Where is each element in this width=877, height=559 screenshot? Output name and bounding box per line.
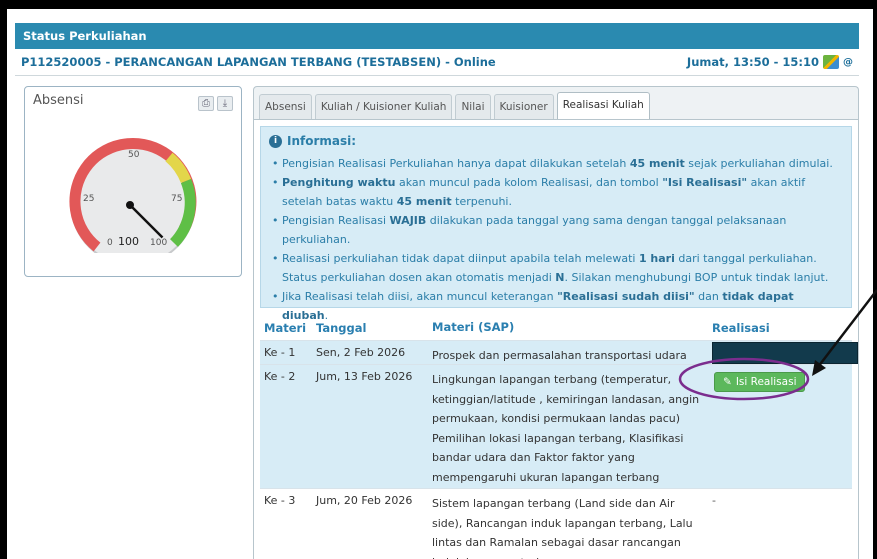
attendance-gauge: 50 25 75 0 100 100 <box>69 137 197 253</box>
row-realisasi: ✎ Isi Realisasi <box>708 365 852 488</box>
info-icon: i <box>269 134 282 148</box>
row-realisasi: - <box>712 494 716 507</box>
info-item: Pengisian Realisasi Perkuliahan hanya da… <box>269 154 843 173</box>
at-icon[interactable]: @ <box>843 57 853 68</box>
info-text: dan <box>694 290 723 303</box>
absensi-panel: Absensi ⎙ ⤓ 50 25 75 0 100 100 <box>24 86 242 277</box>
gauge-tick-75: 75 <box>171 194 182 204</box>
tab-kuisioner[interactable]: Kuisioner <box>493 94 554 119</box>
tab-bar: Absensi Kuliah / Kuisioner Kuliah Nilai … <box>253 86 859 119</box>
info-text: Realisasi perkuliahan tidak dapat diinpu… <box>282 252 639 265</box>
table-row: Ke - 3 Jum, 20 Feb 2026 Sistem lapangan … <box>260 488 852 559</box>
row-sap: Prospek dan permasalahan transportasi ud… <box>432 349 687 362</box>
info-emphasis: 45 menit <box>629 157 685 170</box>
download-icon[interactable]: ⤓ <box>217 96 233 111</box>
gauge-tick-25: 25 <box>83 194 94 204</box>
tab-nilai[interactable]: Nilai <box>455 94 491 119</box>
info-text: Pengisian Realisasi Perkuliahan hanya da… <box>282 157 630 170</box>
col-materi: Materi <box>264 321 307 335</box>
gauge-tick-100: 100 <box>150 238 167 248</box>
col-realisasi: Realisasi <box>712 321 770 335</box>
info-heading: i Informasi: <box>269 134 843 148</box>
isi-realisasi-button[interactable]: ✎ Isi Realisasi <box>714 372 806 392</box>
info-item: Penghitung waktu akan muncul pada kolom … <box>269 173 843 211</box>
info-text: . Silakan menghubungi BOP untuk tindak l… <box>564 271 829 284</box>
row-tanggal: Jum, 13 Feb 2026 <box>316 370 413 383</box>
row-tanggal: Sen, 2 Feb 2026 <box>316 346 406 359</box>
row-realisasi <box>708 341 858 364</box>
row-materi: Ke - 1 <box>264 346 296 359</box>
gauge-tick-0: 0 <box>107 238 113 248</box>
tab-realisasi-kuliah[interactable]: Realisasi Kuliah <box>556 92 650 119</box>
row-tanggal: Jum, 20 Feb 2026 <box>316 494 413 507</box>
realisasi-timer-bar <box>712 342 858 364</box>
page: Status Perkuliahan P112520005 - PERANCAN… <box>15 23 859 559</box>
info-emphasis: WAJIB <box>389 214 427 227</box>
tab-absensi[interactable]: Absensi <box>259 94 312 119</box>
row-sap: Lingkungan lapangan terbang (temperatur,… <box>432 373 700 484</box>
info-emphasis: "Isi Realisasi" <box>662 176 748 189</box>
gauge-hub <box>126 201 134 209</box>
table-header: Materi Tanggal Materi (SAP) Realisasi <box>260 316 852 340</box>
screenshot-frame: Status Perkuliahan P112520005 - PERANCAN… <box>7 9 873 559</box>
col-sap: Materi (SAP) <box>432 320 515 335</box>
info-text: Jika Realisasi telah diisi, akan muncul … <box>282 290 558 303</box>
row-materi: Ke - 3 <box>264 494 296 507</box>
info-emphasis: N <box>555 271 565 284</box>
map-icon[interactable] <box>823 55 839 69</box>
realisasi-table: Materi Tanggal Materi (SAP) Realisasi Ke… <box>260 316 858 559</box>
isi-realisasi-label: Isi Realisasi <box>735 376 797 388</box>
info-text: terpenuhi. <box>451 195 512 208</box>
absensi-title: Absensi <box>33 93 84 108</box>
info-heading-text: Informasi: <box>287 134 357 148</box>
info-item: Pengisian Realisasi WAJIB dilakukan pada… <box>269 211 843 249</box>
page-title: Status Perkuliahan <box>23 29 147 43</box>
row-materi: Ke - 2 <box>264 370 296 383</box>
info-emphasis: 1 hari <box>638 252 675 265</box>
col-tanggal: Tanggal <box>316 321 367 335</box>
tab-kuliah-kuisioner[interactable]: Kuliah / Kuisioner Kuliah <box>314 94 453 119</box>
info-text: Pengisian Realisasi <box>282 214 390 227</box>
main-panel: Absensi Kuliah / Kuisioner Kuliah Nilai … <box>253 86 859 559</box>
course-schedule: Jumat, 13:50 - 15:10 @ <box>687 55 853 69</box>
gauge-value: 100 <box>118 235 139 248</box>
schedule-text: Jumat, 13:50 - 15:10 <box>686 55 819 69</box>
table-row: Ke - 2 Jum, 13 Feb 2026 Lingkungan lapan… <box>260 364 852 488</box>
info-emphasis: 45 menit <box>396 195 452 208</box>
course-header: P112520005 - PERANCANGAN LAPANGAN TERBAN… <box>15 49 859 76</box>
absensi-toolbar: ⎙ ⤓ <box>198 96 233 111</box>
info-box: i Informasi: Pengisian Realisasi Perkuli… <box>260 126 852 322</box>
gauge-tick-50: 50 <box>128 150 140 160</box>
info-item: Realisasi perkuliahan tidak dapat diinpu… <box>269 249 843 287</box>
table-row: Ke - 1 Sen, 2 Feb 2026 Prospek dan perma… <box>260 340 858 364</box>
print-icon[interactable]: ⎙ <box>198 96 214 111</box>
info-list: Pengisian Realisasi Perkuliahan hanya da… <box>269 154 843 325</box>
tab-content: i Informasi: Pengisian Realisasi Perkuli… <box>253 119 859 559</box>
info-emphasis: "Realisasi sudah diisi" <box>557 290 695 303</box>
info-text: akan muncul pada kolom Realisasi, dan to… <box>395 176 663 189</box>
info-emphasis: Penghitung waktu <box>282 176 396 189</box>
course-title: P112520005 - PERANCANGAN LAPANGAN TERBAN… <box>21 55 496 69</box>
page-title-bar: Status Perkuliahan <box>15 23 859 49</box>
info-text: sejak perkuliahan dimulai. <box>684 157 833 170</box>
edit-icon: ✎ <box>723 376 732 388</box>
row-sap: Sistem lapangan terbang (Land side dan A… <box>432 497 693 559</box>
